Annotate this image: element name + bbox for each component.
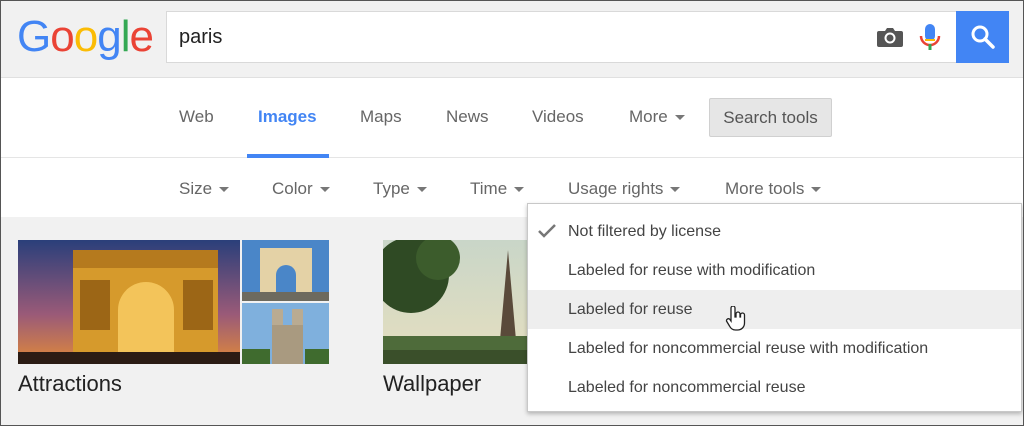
- tool-more-tools[interactable]: More tools: [725, 179, 822, 199]
- chevron-down-icon: [674, 115, 685, 121]
- menu-item-label: Labeled for reuse with modification: [568, 262, 816, 279]
- tool-usage-rights-label: Usage rights: [568, 179, 664, 198]
- logo-letter: e: [129, 12, 154, 61]
- search-header: Google: [1, 1, 1023, 78]
- menu-item-noncommercial-reuse[interactable]: Labeled for noncommercial reuse: [528, 368, 1021, 407]
- chevron-down-icon: [670, 187, 681, 193]
- tab-more[interactable]: More: [629, 107, 685, 127]
- chevron-down-icon: [319, 187, 330, 193]
- tool-type[interactable]: Type: [373, 179, 427, 199]
- menu-item-label: Labeled for noncommercial reuse: [568, 379, 806, 396]
- logo-letter: o: [73, 12, 99, 61]
- tab-more-label: More: [629, 107, 668, 126]
- tool-size[interactable]: Size: [179, 179, 230, 199]
- arc-thumbnail-image[interactable]: [242, 240, 329, 301]
- search-box: [166, 11, 956, 63]
- menu-item-label: Not filtered by license: [568, 223, 721, 240]
- tool-usage-rights[interactable]: Usage rights: [568, 179, 681, 199]
- tool-time[interactable]: Time: [470, 179, 525, 199]
- menu-item-label: Labeled for noncommercial reuse with mod…: [568, 340, 929, 357]
- tab-maps[interactable]: Maps: [360, 107, 402, 127]
- microphone-icon[interactable]: [918, 23, 942, 53]
- tab-news[interactable]: News: [446, 107, 489, 127]
- chevron-down-icon: [416, 187, 427, 193]
- chevron-down-icon: [811, 187, 822, 193]
- search-button[interactable]: [956, 11, 1009, 63]
- hand-cursor-icon: [725, 306, 746, 331]
- usage-rights-menu: Not filtered by license Labeled for reus…: [527, 203, 1022, 412]
- menu-item-reuse-with-modification[interactable]: Labeled for reuse with modification: [528, 251, 1021, 290]
- menu-item-label: Labeled for reuse: [568, 301, 693, 318]
- result-label-wallpaper[interactable]: Wallpaper: [383, 371, 481, 397]
- menu-item-not-filtered[interactable]: Not filtered by license: [528, 212, 1021, 251]
- logo-letter: g: [97, 12, 122, 61]
- chevron-down-icon: [514, 187, 525, 193]
- arc-de-triomphe-image[interactable]: [18, 240, 240, 364]
- chevron-down-icon: [219, 187, 230, 193]
- tool-type-label: Type: [373, 179, 410, 198]
- camera-icon[interactable]: [876, 25, 904, 49]
- search-input[interactable]: [179, 12, 859, 62]
- checkmark-icon: [538, 224, 556, 238]
- logo-letter: l: [120, 12, 131, 61]
- tab-web[interactable]: Web: [179, 107, 214, 127]
- google-logo[interactable]: Google: [17, 12, 154, 62]
- logo-letter: G: [17, 12, 51, 61]
- active-tab-indicator: [247, 154, 329, 158]
- browser-frame: Google Web Images Maps: [0, 0, 1024, 426]
- eiffel-tower-image[interactable]: [383, 240, 529, 364]
- result-label-attractions[interactable]: Attractions: [18, 371, 122, 397]
- menu-item-noncommercial-reuse-with-modification[interactable]: Labeled for noncommercial reuse with mod…: [528, 329, 1021, 368]
- tool-color[interactable]: Color: [272, 179, 330, 199]
- tool-size-label: Size: [179, 179, 213, 198]
- search-tools-button[interactable]: Search tools: [709, 98, 832, 137]
- search-tabs: Web Images Maps News Videos More Search …: [1, 79, 1023, 158]
- tool-more-tools-label: More tools: [725, 179, 805, 198]
- tab-images[interactable]: Images: [258, 107, 317, 127]
- search-icon: [971, 25, 995, 49]
- tab-videos[interactable]: Videos: [532, 107, 584, 127]
- tool-time-label: Time: [470, 179, 508, 198]
- logo-letter: o: [50, 12, 75, 61]
- notre-dame-image[interactable]: [242, 303, 329, 364]
- tool-color-label: Color: [272, 179, 313, 198]
- menu-item-reuse[interactable]: Labeled for reuse: [528, 290, 1021, 329]
